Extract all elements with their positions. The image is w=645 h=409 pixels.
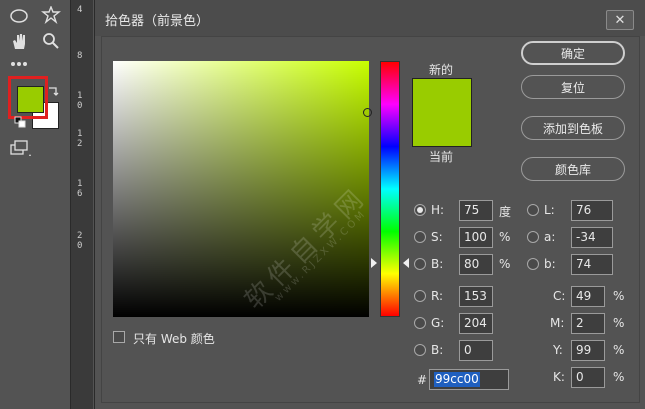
color-field-marker[interactable] <box>363 108 372 117</box>
reset-button[interactable]: 复位 <box>521 75 625 99</box>
ruler-tick: 2 <box>77 139 83 149</box>
more-tools-icon[interactable] <box>8 58 30 70</box>
brightness-unit: % <box>499 257 511 271</box>
ruler-tick: 1 <box>77 129 83 139</box>
lab-a-label: a: <box>544 230 556 244</box>
foreground-swatch-highlight <box>8 76 48 119</box>
hue-slider-right-arrow-icon[interactable] <box>403 258 409 268</box>
yellow-input[interactable]: 99 <box>571 340 605 361</box>
hex-value: 99cc00 <box>434 372 480 387</box>
ok-button[interactable]: 确定 <box>521 41 625 65</box>
web-colors-only-label: 只有 Web 颜色 <box>133 332 215 346</box>
blue-input[interactable]: 0 <box>459 340 493 361</box>
green-label: G: <box>431 316 445 330</box>
yellow-label: Y: <box>553 343 563 357</box>
blue-radio[interactable] <box>414 344 426 356</box>
lab-a-input[interactable]: -34 <box>571 227 613 248</box>
black-unit: % <box>613 370 625 384</box>
web-colors-only-checkbox[interactable] <box>113 331 125 343</box>
lab-a-radio[interactable] <box>527 231 539 243</box>
saturation-brightness-field[interactable] <box>113 61 369 317</box>
current-color-label: 当前 <box>429 150 454 164</box>
black-label: K: <box>553 370 565 384</box>
color-libraries-button[interactable]: 颜色库 <box>521 157 625 181</box>
magenta-unit: % <box>613 316 625 330</box>
hex-input[interactable]: 99cc00 <box>429 369 509 390</box>
screen-mode-icon[interactable] <box>10 138 32 160</box>
vertical-ruler: 4 8 1 0 1 2 1 6 2 0 <box>70 0 93 409</box>
zoom-tool-icon[interactable] <box>40 30 62 52</box>
hue-slider[interactable] <box>380 61 400 317</box>
magenta-input[interactable]: 2 <box>571 313 605 334</box>
lab-b-input[interactable]: 74 <box>571 254 613 275</box>
ruler-tick: 0 <box>77 241 83 251</box>
hand-tool-icon[interactable] <box>8 30 30 52</box>
lab-l-input[interactable]: 76 <box>571 200 613 221</box>
brightness-input[interactable]: 80 <box>459 254 493 275</box>
current-color-swatch[interactable] <box>412 112 472 147</box>
color-picker-dialog: 拾色器（前景色） ✕ 新的 当前 确定 复位 添加到色板 颜色库 H: 75 度… <box>94 0 645 409</box>
hue-input[interactable]: 75 <box>459 200 493 221</box>
ruler-tick: 1 <box>77 91 83 101</box>
ruler-tick: 4 <box>77 5 83 15</box>
ellipse-tool-icon[interactable] <box>8 5 30 27</box>
hex-label: # <box>417 373 428 387</box>
dialog-titlebar[interactable]: 拾色器（前景色） ✕ <box>95 0 645 36</box>
cyan-label: C: <box>553 289 566 303</box>
add-to-swatches-button[interactable]: 添加到色板 <box>521 116 625 140</box>
ruler-tick: 6 <box>77 189 83 199</box>
dialog-title: 拾色器（前景色） <box>105 14 210 29</box>
ruler-tick: 8 <box>77 51 83 61</box>
puppet-warp-tool-icon[interactable] <box>40 4 62 26</box>
close-button[interactable]: ✕ <box>606 10 634 30</box>
magenta-label: M: <box>550 316 565 330</box>
new-color-label: 新的 <box>429 63 454 77</box>
saturation-input[interactable]: 100 <box>459 227 493 248</box>
lab-b-radio[interactable] <box>527 258 539 270</box>
swap-colors-icon[interactable] <box>46 84 60 98</box>
hue-radio[interactable] <box>414 204 426 216</box>
new-color-swatch <box>412 78 472 113</box>
red-input[interactable]: 153 <box>459 286 493 307</box>
saturation-unit: % <box>499 230 511 244</box>
default-colors-icon[interactable] <box>14 116 26 128</box>
yellow-unit: % <box>613 343 625 357</box>
brightness-label: B: <box>431 257 444 271</box>
lab-l-label: L: <box>544 203 555 217</box>
cyan-unit: % <box>613 289 625 303</box>
saturation-label: S: <box>431 230 443 244</box>
ruler-tick: 0 <box>77 101 83 111</box>
saturation-radio[interactable] <box>414 231 426 243</box>
green-radio[interactable] <box>414 317 426 329</box>
lab-b-label: b: <box>544 257 556 271</box>
black-input[interactable]: 0 <box>571 367 605 388</box>
red-radio[interactable] <box>414 290 426 302</box>
ruler-tick: 2 <box>77 231 83 241</box>
red-label: R: <box>431 289 444 303</box>
green-input[interactable]: 204 <box>459 313 493 334</box>
tools-panel <box>0 0 70 409</box>
lab-l-radio[interactable] <box>527 204 539 216</box>
hue-slider-left-arrow-icon[interactable] <box>371 258 377 268</box>
hue-label: H: <box>431 203 445 217</box>
hue-unit: 度 <box>499 205 512 219</box>
ruler-tick: 1 <box>77 179 83 189</box>
brightness-radio[interactable] <box>414 258 426 270</box>
blue-label: B: <box>431 343 444 357</box>
cyan-input[interactable]: 49 <box>571 286 605 307</box>
